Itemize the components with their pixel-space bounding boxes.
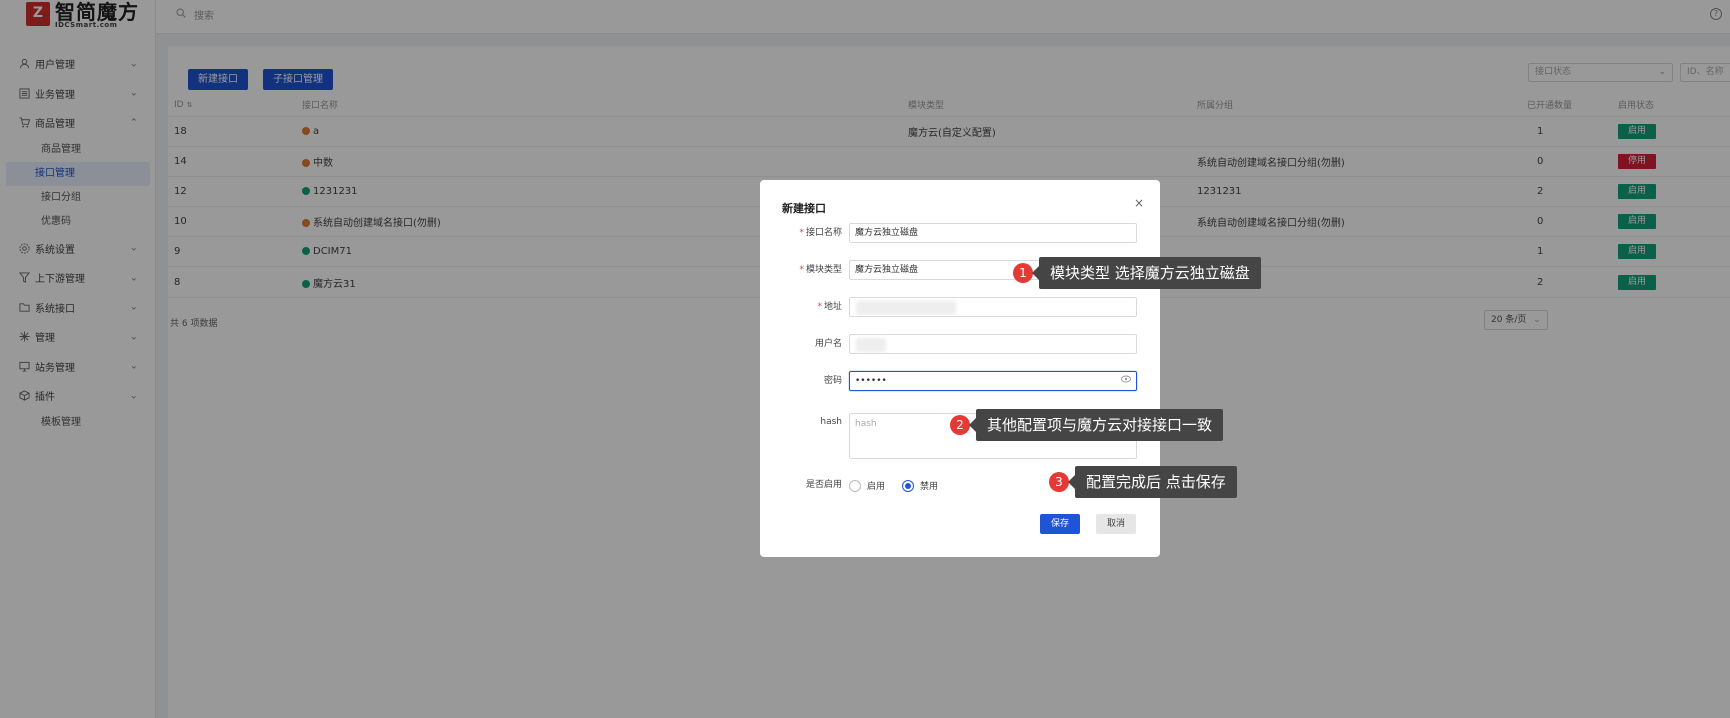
name-input[interactable]: 魔方云独立磁盘 [849,223,1137,243]
module-label: * 模块类型 [799,265,842,275]
callout-2: 2 其他配置项与魔方云对接接口一致 [950,409,1224,441]
callout-number: 3 [1049,472,1069,492]
name-label: * 接口名称 [799,228,842,238]
callout-number: 2 [950,415,970,435]
radio-circle-selected [902,479,914,492]
enable-radio-on[interactable]: 启用 [849,479,885,492]
close-icon[interactable]: × [1134,196,1144,210]
enable-radio-off[interactable]: 禁用 [902,479,938,492]
redacted-value [856,338,886,352]
password-value: •••••• [855,376,887,386]
radio-label: 禁用 [920,482,939,492]
callout-number: 1 [1013,263,1033,283]
callout-1: 1 模块类型 选择魔方云独立磁盘 [1013,257,1261,289]
address-input[interactable] [849,297,1137,317]
hash-label: hash [820,417,842,427]
callout-text: 模块类型 选择魔方云独立磁盘 [1032,257,1261,289]
callout-3: 3 配置完成后 点击保存 [1049,466,1237,498]
redacted-value [856,301,956,315]
address-label: * 地址 [817,302,842,312]
dialog-title: 新建接口 [782,202,826,215]
callout-text: 配置完成后 点击保存 [1068,466,1237,498]
new-interface-dialog: 新建接口 × * 接口名称 魔方云独立磁盘 * 模块类型 魔方云独立磁盘 * 地址 用… [760,180,1160,557]
module-select-value: 魔方云独立磁盘 [855,265,919,275]
save-button[interactable]: 保存 [1040,514,1081,534]
password-input[interactable]: •••••• [849,371,1137,391]
username-label: 用户名 [814,339,842,349]
radio-circle [849,479,861,492]
cancel-button[interactable]: 取消 [1096,514,1137,534]
eye-icon[interactable] [1121,372,1131,390]
enable-label: 是否启用 [805,480,842,490]
username-input[interactable] [849,334,1137,354]
callout-text: 其他配置项与魔方云对接接口一致 [968,409,1224,441]
radio-label: 启用 [867,482,886,492]
password-label: 密码 [823,376,842,386]
